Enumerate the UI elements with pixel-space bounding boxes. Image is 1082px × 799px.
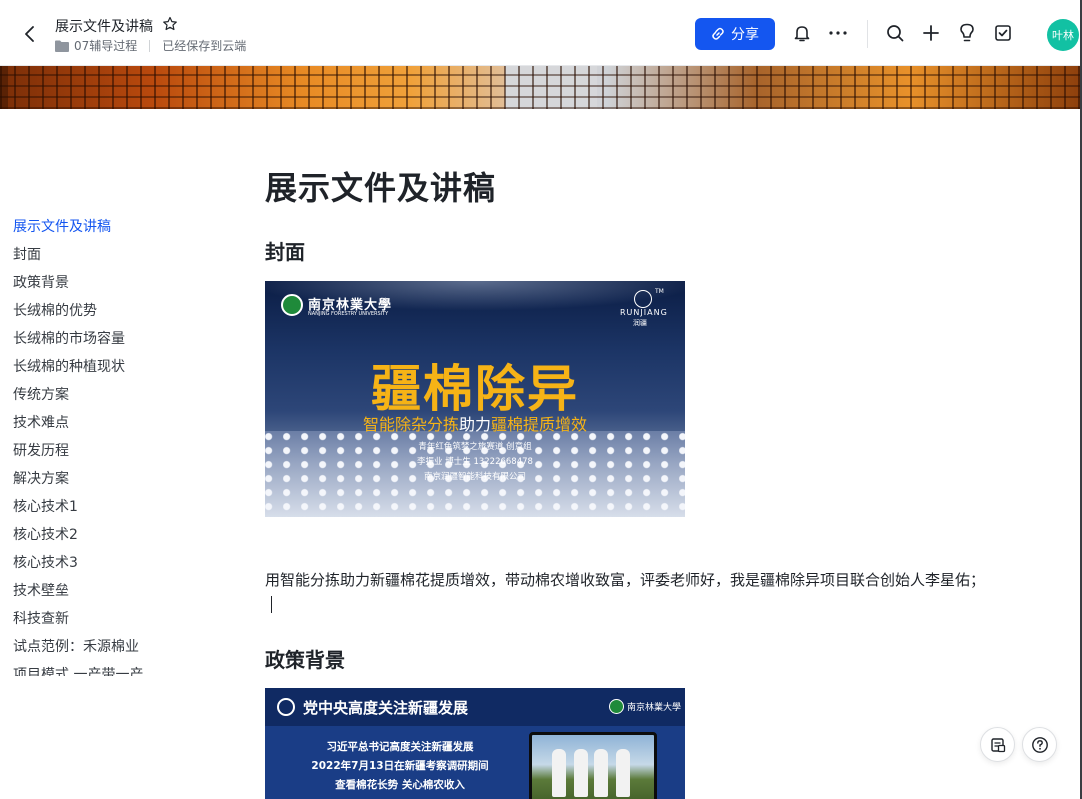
slide-info-line: 青年红色筑梦之旅赛道 创意组	[418, 442, 532, 452]
plus-icon[interactable]	[920, 22, 942, 44]
outline-item[interactable]: 展示文件及讲稿	[13, 216, 213, 244]
photo-person	[616, 749, 630, 797]
heading-cover: 封面	[265, 240, 305, 264]
back-button[interactable]	[18, 20, 42, 48]
outline-item[interactable]: 长绒棉的市场容量	[13, 328, 213, 356]
share-label: 分享	[731, 27, 759, 43]
speech-paragraph[interactable]: 用智能分拣助力新疆棉花提质增效，带动棉农增收致富，评委老师好，我是疆棉除异项目联…	[265, 568, 985, 618]
photo-person	[594, 749, 608, 797]
subtitle-part-b: 助力	[458, 415, 491, 434]
bell-icon[interactable]	[791, 22, 813, 44]
outline-item[interactable]: 技术难点	[13, 412, 213, 440]
outline-item[interactable]: 解决方案	[13, 468, 213, 496]
outline-panel: 展示文件及讲稿 封面 政策背景 长绒棉的优势 长绒棉的市场容量 长绒棉的种植现状 传统方案技…	[13, 216, 213, 676]
task-checkbox-icon[interactable]	[992, 22, 1014, 44]
subtitle-part-a: 智能除杂分拣	[362, 415, 459, 434]
search-icon[interactable]	[884, 22, 906, 44]
outline-item[interactable]: 技术壁垒	[13, 580, 213, 608]
lightbulb-icon[interactable]	[956, 22, 978, 44]
emblem-icon	[277, 698, 295, 716]
brand-cn: 润疆	[633, 319, 647, 327]
brand-en: RUNJIANG	[620, 308, 668, 317]
subtitle-part-c: 疆棉提质增效	[491, 415, 588, 434]
folder-icon	[55, 40, 69, 52]
outline-item[interactable]: 科技查新	[13, 608, 213, 636]
cover-slide-image[interactable]: 南京林業大學 NANJING FORESTRY UNIVERSITY TM RU…	[265, 281, 685, 517]
slide-line: 查看棉花长势 关心棉农收入	[335, 779, 465, 791]
link-icon	[712, 27, 724, 40]
field-visit-photo	[529, 732, 657, 799]
comment-icon	[990, 737, 1005, 752]
outline-item[interactable]: 长绒棉的种植现状	[13, 356, 213, 384]
slide-subtitle: 智能除杂分拣助力疆棉提质增效	[265, 411, 685, 435]
page-title: 展示文件及讲稿	[265, 169, 497, 207]
toolbar-divider	[867, 20, 868, 48]
outline-item[interactable]: 核心技术1	[13, 496, 213, 524]
policy-slide-image[interactable]: 党中央高度关注新疆发展 南京林業大學 习近平总书记高度关注新疆发展 2022年7…	[265, 688, 685, 799]
star-icon[interactable]	[162, 16, 178, 32]
outline-item[interactable]: 核心技术2	[13, 524, 213, 552]
runjiang-logo	[634, 290, 652, 308]
text-cursor	[271, 596, 272, 613]
more-icon[interactable]	[827, 22, 849, 44]
top-bar: 展示文件及讲稿 07辅导过程 已经保存到云端 分享 叶林	[0, 0, 1082, 66]
slide-title: 党中央高度关注新疆发展	[303, 699, 469, 717]
divider	[149, 39, 151, 52]
outline-item[interactable]: 核心技术3	[13, 552, 213, 580]
chevron-left-icon	[25, 26, 34, 42]
breadcrumb: 07辅导过程 已经保存到云端	[55, 37, 246, 54]
comment-panel-button[interactable]	[980, 727, 1015, 762]
save-status: 已经保存到云端	[162, 39, 247, 53]
outline-item[interactable]: 长绒棉的优势	[13, 300, 213, 328]
photo-person	[574, 749, 588, 797]
outline-item[interactable]: 项目模式 一产带一产	[13, 664, 213, 676]
cover-banner	[0, 66, 1082, 109]
slide-line: 2022年7月13日在新疆考察调研期间	[311, 760, 489, 772]
university-name: 南京林業大學	[627, 703, 682, 713]
document-title[interactable]: 展示文件及讲稿	[55, 16, 153, 36]
outline-item[interactable]: 政策背景	[13, 272, 213, 300]
outline-item[interactable]: 传统方案	[13, 384, 213, 412]
folder-link[interactable]: 07辅导过程	[74, 37, 137, 54]
university-name-en: NANJING FORESTRY UNIVERSITY	[308, 311, 389, 317]
question-icon	[1031, 736, 1048, 753]
heading-policy: 政策背景	[265, 648, 345, 672]
banner-building-grid	[0, 66, 1082, 109]
paragraph-text: 用智能分拣助力新疆棉花提质增效，带动棉农增收致富，评委老师好，我是疆棉除异项目联…	[265, 571, 986, 589]
outline-item[interactable]: 封面	[13, 244, 213, 272]
slide-info-line: 南京润疆智能科技有限公司	[423, 472, 526, 482]
photo-person	[552, 749, 566, 797]
help-button[interactable]	[1022, 727, 1057, 762]
slide-line: 习近平总书记高度关注新疆发展	[326, 741, 474, 753]
avatar[interactable]: 叶林	[1047, 19, 1079, 51]
slide-info-line: 李振业 博士生 13222668478	[417, 457, 533, 467]
share-button[interactable]: 分享	[695, 18, 775, 50]
university-logo	[281, 294, 303, 316]
university-logo	[609, 699, 624, 714]
outline-item[interactable]: 试点范例：禾源棉业	[13, 636, 213, 664]
trademark: TM	[655, 288, 664, 295]
outline-item[interactable]: 研发历程	[13, 440, 213, 468]
